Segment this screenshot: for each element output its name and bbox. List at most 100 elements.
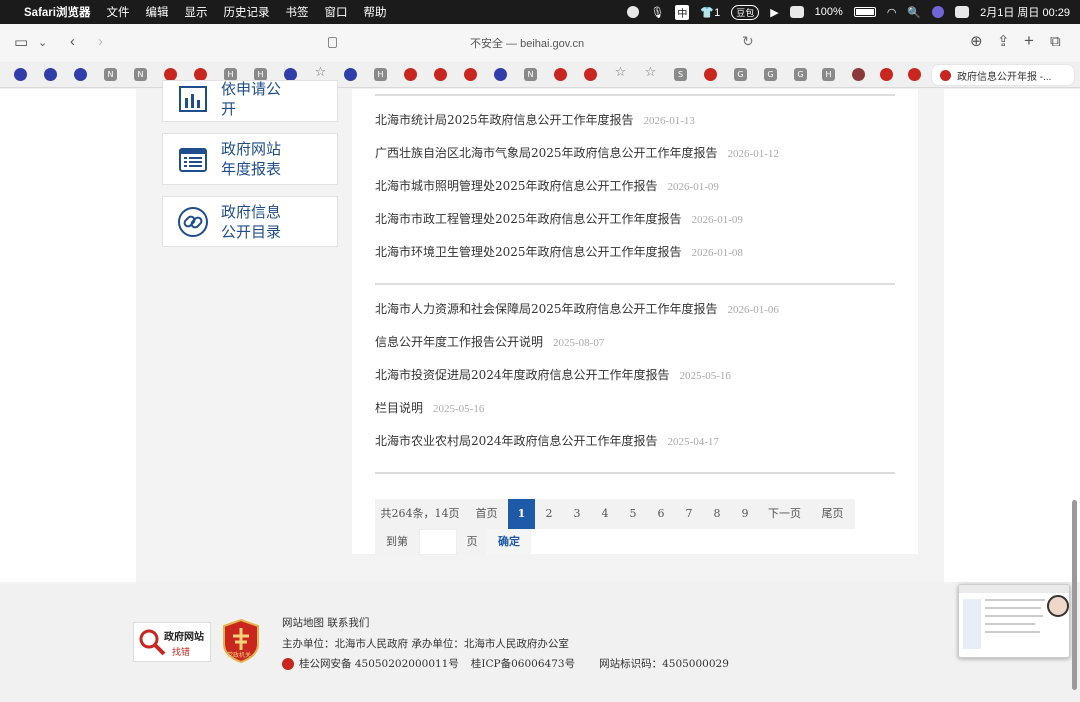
bookmark-n-icon[interactable]: N [104, 68, 117, 81]
sidebar-card-annual-report[interactable]: 政府网站 年度报表 [162, 133, 338, 185]
list-item[interactable]: 信息公开年度工作报告公开说明 2025-08-07 [375, 333, 604, 350]
bookmark-h-icon[interactable]: H [374, 68, 387, 81]
paw-bookmark-icon[interactable] [494, 68, 507, 81]
list-item[interactable]: 北海市统计局2025年政府信息公开工作年度报告 2026-01-13 [375, 111, 695, 128]
app-s-icon[interactable] [789, 6, 804, 18]
bookmark-n-icon[interactable]: N [524, 68, 537, 81]
list-item[interactable]: 北海市城市照明管理处2025年政府信息公开工作报告 2026-01-09 [375, 177, 719, 194]
bookmark-n-icon[interactable]: N [134, 68, 147, 81]
active-tab[interactable]: 政府信息公开年报 -... [932, 65, 1074, 85]
bookmark-h-icon[interactable]: H [822, 68, 835, 81]
pagination-page-4[interactable]: 4 [591, 499, 619, 529]
list-item-title[interactable]: 北海市投资促进局2024年度政府信息公开工作年度报告 [375, 368, 670, 382]
bookmark-g-icon[interactable]: G [794, 68, 807, 81]
gov-site-error-report-logo[interactable]: 政府网站 找错 [133, 622, 211, 662]
list-item-title[interactable]: 栏目说明 [375, 401, 423, 415]
goto-page-input[interactable] [419, 529, 457, 555]
pagination-page-6[interactable]: 6 [647, 499, 675, 529]
share-icon[interactable]: ⇪ [997, 33, 1010, 51]
star-bookmark-icon[interactable]: ☆ [614, 66, 627, 79]
menu-window[interactable]: 窗口 [324, 4, 347, 20]
list-item-title[interactable]: 北海市环境卫生管理处2025年政府信息公开工作年度报告 [375, 245, 682, 259]
ime-indicator[interactable]: 中 [675, 4, 690, 20]
address-bar[interactable]: 不安全 — beihai.gov.cn [470, 35, 584, 51]
pagination-last-button[interactable]: 尾页 [810, 499, 855, 529]
list-item[interactable]: 北海市农业农村局2024年政府信息公开工作年度报告 2025-04-17 [375, 432, 719, 449]
list-item[interactable]: 北海市投资促进局2024年度政府信息公开工作年度报告 2025-05-16 [375, 366, 731, 383]
back-icon[interactable]: ‹ [70, 33, 75, 51]
menu-file[interactable]: 文件 [106, 4, 129, 20]
pagination-page-8[interactable]: 8 [703, 499, 731, 529]
paw-bookmark-icon[interactable] [14, 68, 27, 81]
microphone-icon[interactable]: 🎙 [650, 6, 664, 19]
emblem-bookmark-icon[interactable] [554, 68, 567, 81]
menu-edit[interactable]: 编辑 [145, 4, 168, 20]
emblem-bookmark-icon[interactable] [404, 68, 417, 81]
wifi-icon[interactable]: ◠ [887, 6, 897, 19]
emblem-bookmark-icon[interactable] [704, 68, 717, 81]
spotlight-search-icon[interactable]: 🔍 [907, 6, 921, 19]
goto-confirm-button[interactable]: 确定 [487, 529, 531, 555]
bookmark-s-icon[interactable]: S [674, 68, 687, 81]
list-item-title[interactable]: 广西壮族自治区北海市气象局2025年政府信息公开工作年度报告 [375, 146, 718, 160]
list-item[interactable]: 北海市环境卫生管理处2025年政府信息公开工作年度报告 2026-01-08 [375, 243, 743, 260]
menubar-clock[interactable]: 2月1日 周日 00:29 [980, 4, 1070, 20]
pagination-next-button[interactable]: 下一页 [759, 499, 810, 529]
tab-overview-icon[interactable]: ⧉ [1050, 33, 1061, 51]
record-icon[interactable] [627, 6, 640, 18]
bookmark-g-icon[interactable]: G [734, 68, 747, 81]
list-item[interactable]: 北海市人力资源和社会保障局2025年政府信息公开工作年度报告 2026-01-06 [375, 300, 779, 317]
pagination-page-7[interactable]: 7 [675, 499, 703, 529]
list-item-title[interactable]: 北海市人力资源和社会保障局2025年政府信息公开工作年度报告 [375, 302, 718, 316]
paw-bookmark-icon[interactable] [74, 68, 87, 81]
page-menu-icon[interactable] [328, 37, 337, 48]
paw-bookmark-icon[interactable] [344, 68, 357, 81]
list-item-title[interactable]: 北海市城市照明管理处2025年政府信息公开工作报告 [375, 179, 658, 193]
pagination-page-1[interactable]: 1 [508, 499, 535, 529]
emblem-bookmark-icon[interactable] [434, 68, 447, 81]
list-item[interactable]: 广西壮族自治区北海市气象局2025年政府信息公开工作年度报告 2026-01-12 [375, 144, 779, 161]
play-icon[interactable]: ▶ [770, 6, 778, 19]
emblem-bookmark-icon[interactable] [464, 68, 477, 81]
menu-app-name[interactable]: Safari浏览器 [24, 4, 90, 20]
screenshot-thumbnail[interactable] [958, 584, 1070, 658]
reload-icon[interactable]: ↻ [742, 33, 754, 50]
list-item[interactable]: 栏目说明 2025-05-16 [375, 399, 484, 416]
downloads-icon[interactable]: ⊕ [970, 33, 983, 51]
menu-history[interactable]: 历史记录 [223, 4, 269, 20]
pagination-first-button[interactable]: 首页 [465, 499, 508, 529]
star-bookmark-icon[interactable]: ☆ [314, 66, 327, 79]
pagination-page-5[interactable]: 5 [619, 499, 647, 529]
footer-icp[interactable]: 桂ICP备06006473号 [471, 656, 575, 671]
doubao-pill[interactable]: 豆包 [731, 4, 760, 20]
sidebar-card-disclosure-directory[interactable]: 政府信息 公开目录 [162, 196, 338, 247]
globe-bookmark-icon[interactable] [852, 68, 865, 81]
new-tab-icon[interactable]: + [1024, 32, 1034, 50]
emblem-bookmark-icon[interactable] [584, 68, 597, 81]
party-government-org-badge[interactable]: 党政机关 [221, 618, 261, 664]
pagination-page-9[interactable]: 9 [731, 499, 759, 529]
control-center-icon[interactable] [955, 6, 970, 18]
list-item-title[interactable]: 信息公开年度工作报告公开说明 [375, 335, 543, 349]
paw-bookmark-icon[interactable] [44, 68, 57, 81]
pagination-page-3[interactable]: 3 [563, 499, 591, 529]
emblem-bookmark-icon[interactable] [880, 68, 893, 81]
sidebar-card-apply-disclosure[interactable]: 依申请公 开 [162, 80, 338, 122]
battery-icon[interactable] [853, 7, 876, 17]
forward-icon[interactable]: › [98, 33, 103, 51]
footer-links[interactable]: 网站地图 联系我们 [282, 615, 369, 630]
menu-bookmarks[interactable]: 书签 [285, 4, 308, 20]
menu-view[interactable]: 显示 [184, 4, 207, 20]
footer-police-record[interactable]: 桂公网安备 45050202000011号 [299, 656, 459, 671]
list-item-title[interactable]: 北海市市政工程管理处2025年政府信息公开工作年度报告 [375, 212, 682, 226]
chevron-down-icon[interactable]: ⌄ [38, 34, 47, 52]
sidebar-toggle-icon[interactable]: ▭ [14, 34, 28, 52]
list-item-title[interactable]: 北海市农业农村局2024年政府信息公开工作年度报告 [375, 434, 658, 448]
shirt-icon[interactable]: 👕1 [700, 6, 720, 19]
bookmark-g-icon[interactable]: G [764, 68, 777, 81]
emblem-bookmark-icon[interactable] [908, 68, 921, 81]
pagination-page-2[interactable]: 2 [535, 499, 563, 529]
siri-icon[interactable] [932, 6, 945, 18]
star-bookmark-icon[interactable]: ☆ [644, 66, 657, 79]
page-scrollbar[interactable] [1072, 500, 1077, 690]
